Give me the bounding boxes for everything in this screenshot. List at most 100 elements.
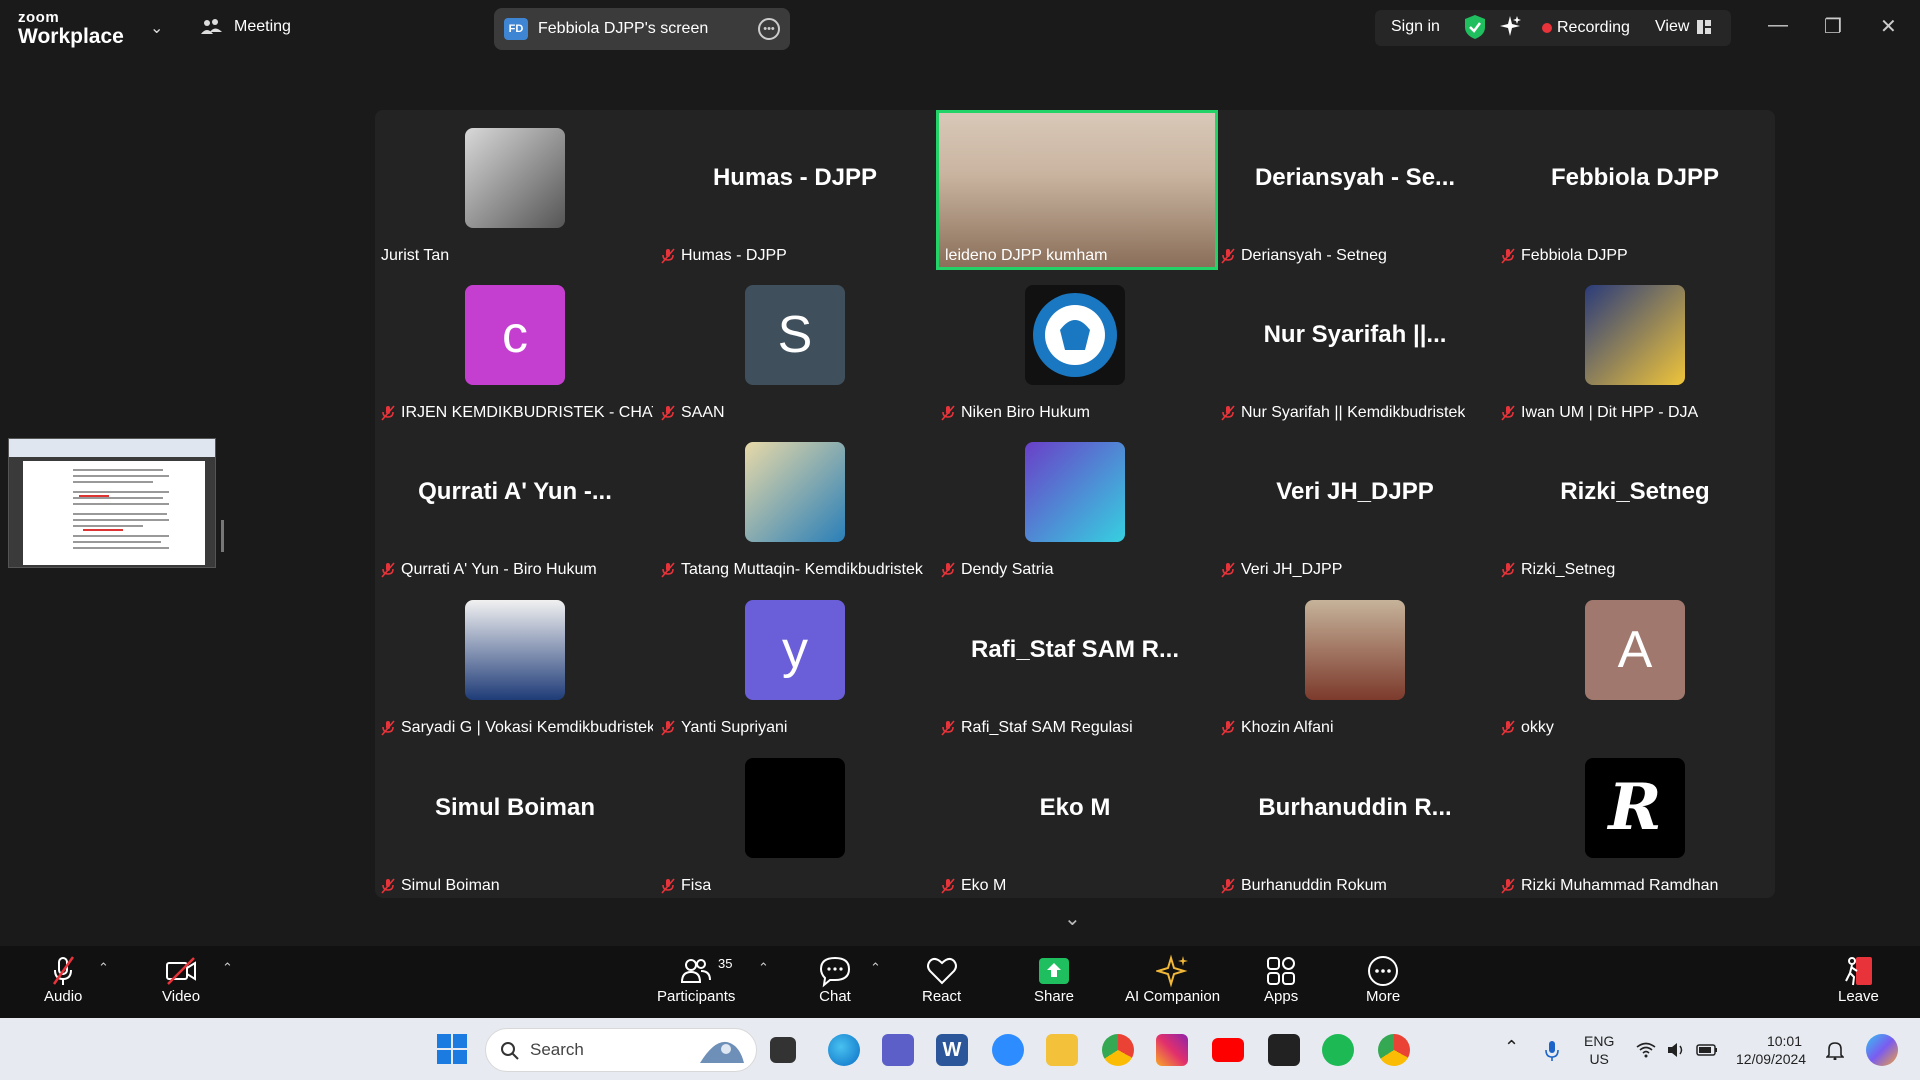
instagram-icon[interactable] (1156, 1034, 1188, 1066)
chevron-up-icon[interactable]: ⌃ (758, 960, 769, 976)
taskbar-search[interactable]: Search (485, 1028, 757, 1072)
participant-tile[interactable]: Deriansyah - Se... Deriansyah - Setneg (1215, 110, 1495, 267)
mic-muted-icon (941, 878, 955, 894)
chevron-up-icon[interactable]: ⌃ (222, 960, 233, 976)
leave-button[interactable]: Leave (1838, 954, 1879, 1005)
battery-icon[interactable] (1696, 1042, 1718, 1058)
shield-icon[interactable] (1464, 14, 1486, 40)
close-icon[interactable]: ✕ (1880, 14, 1897, 39)
shared-screen-thumbnail[interactable] (8, 438, 216, 568)
edge-icon[interactable] (828, 1034, 860, 1066)
participant-tile[interactable]: Humas - DJPP Humas - DJPP (655, 110, 935, 267)
screen-share-pill[interactable]: FD Febbiola DJPP's screen ••• (494, 8, 790, 50)
participant-tile[interactable]: Simul Boiman Simul Boiman (375, 740, 655, 897)
mic-muted-icon (661, 720, 675, 736)
avatar-letter: c (465, 284, 565, 385)
participant-tile[interactable]: S SAAN (655, 267, 935, 424)
chevron-up-icon[interactable]: ⌃ (98, 960, 109, 976)
avatar-photo (1025, 441, 1125, 542)
participant-name: IRJEN KEMDIKBUDRISTEK - CHATA... (401, 404, 653, 421)
chevron-up-icon[interactable]: ⌃ (1504, 1038, 1519, 1056)
react-button[interactable]: React (922, 954, 961, 1005)
tile-content (375, 582, 655, 717)
task-view-icon[interactable] (770, 1037, 796, 1063)
react-label: React (922, 988, 962, 1005)
notification-bell-icon[interactable] (1826, 1040, 1844, 1060)
youtube-icon[interactable] (1212, 1038, 1244, 1062)
participant-tile[interactable]: Aokky (1495, 582, 1775, 739)
participant-tile[interactable]: Rizki_Setneg Rizki_Setneg (1495, 424, 1775, 581)
language-indicator[interactable]: ENG US (1584, 1032, 1614, 1068)
participant-tile[interactable]: c IRJEN KEMDIKBUDRISTEK - CHATA... (375, 267, 655, 424)
more-button[interactable]: More (1366, 954, 1400, 1005)
mic-icon[interactable] (1544, 1040, 1560, 1062)
participant-tile[interactable]: Niken Biro Hukum (935, 267, 1215, 424)
participant-tile[interactable]: Khozin Alfani (1215, 582, 1495, 739)
participant-tile[interactable]: Jurist Tan (375, 110, 655, 267)
participant-tile[interactable]: Qurrati A' Yun -... Qurrati A' Yun - Biro… (375, 424, 655, 581)
participant-name: Febbiola DJPP (1521, 247, 1628, 264)
word-icon[interactable]: W (936, 1034, 968, 1066)
apps-label: Apps (1264, 988, 1299, 1005)
participant-tile[interactable]: Dendy Satria (935, 424, 1215, 581)
participants-icon (681, 959, 712, 983)
share-button[interactable]: Share (1034, 954, 1074, 1005)
spotify-icon[interactable] (1322, 1034, 1354, 1066)
participant-tile[interactable]: y Yanti Supriyani (655, 582, 935, 739)
participant-name-label: Yanti Supriyani (661, 719, 787, 737)
teams-icon[interactable] (882, 1034, 914, 1066)
video-button[interactable]: Video (162, 954, 200, 1005)
copilot-icon[interactable] (1866, 1034, 1898, 1066)
chrome-icon[interactable] (1102, 1034, 1134, 1066)
participant-name-label: Iwan UM | Dit HPP - DJA (1501, 404, 1698, 422)
recording-indicator[interactable]: Recording (1542, 19, 1630, 37)
participant-tile[interactable]: Eko M Eko M (935, 740, 1215, 897)
participant-tile[interactable]: Iwan UM | Dit HPP - DJA (1495, 267, 1775, 424)
sparkle-icon[interactable] (1498, 14, 1522, 38)
search-icon (501, 1042, 519, 1060)
participant-tile[interactable]: Febbiola DJPP Febbiola DJPP (1495, 110, 1775, 267)
thumbnail-resize-handle[interactable] (221, 520, 224, 552)
audio-button[interactable]: Audio (44, 954, 82, 1005)
participant-tile[interactable]: leideno DJPP kumham (936, 110, 1218, 270)
participant-tile[interactable]: Veri JH_DJPP Veri JH_DJPP (1215, 424, 1495, 581)
windows-start-icon[interactable] (437, 1034, 467, 1064)
restore-icon[interactable]: ❐ (1824, 14, 1842, 39)
mic-muted-icon (941, 405, 955, 421)
wifi-icon[interactable] (1636, 1042, 1656, 1058)
meeting-menu[interactable]: Meeting (200, 17, 291, 37)
sign-in-button[interactable]: Sign in (1391, 18, 1440, 36)
chevron-up-icon[interactable]: ⌃ (870, 960, 881, 976)
screen-share-label: Febbiola DJPP's screen (538, 20, 709, 37)
participant-name: Simul Boiman (401, 877, 500, 894)
more-options-icon[interactable]: ••• (758, 18, 780, 40)
chrome-profile-icon[interactable] (1378, 1034, 1410, 1066)
ai-companion-button[interactable]: AI Companion (1125, 954, 1220, 1005)
volume-icon[interactable] (1666, 1042, 1686, 1058)
zoom-taskbar-icon[interactable] (992, 1034, 1024, 1066)
avatar-photo (1305, 599, 1405, 700)
view-button[interactable]: View (1655, 18, 1712, 36)
mic-muted-icon (1501, 720, 1515, 736)
mic-muted-icon (661, 562, 675, 578)
apps-button[interactable]: Apps (1264, 954, 1298, 1005)
participant-tile[interactable]: Saryadi G | Vokasi Kemdikbudristek (375, 582, 655, 739)
tile-content: Rafi_Staf SAM R... (935, 582, 1215, 717)
chat-button[interactable]: Chat (818, 954, 852, 1005)
file-explorer-icon[interactable] (1046, 1034, 1078, 1066)
document-lines-icon (73, 469, 169, 549)
participant-display-name: Simul Boiman (434, 793, 596, 821)
clock[interactable]: 10:01 12/09/2024 (1736, 1032, 1806, 1068)
participant-name: Yanti Supriyani (681, 719, 788, 736)
leave-icon (1845, 957, 1873, 986)
participant-tile[interactable]: R Rizki Muhammad Ramdhan (1495, 740, 1775, 897)
participant-tile[interactable]: Fisa (655, 740, 935, 897)
participant-tile[interactable]: Burhanuddin R... Burhanuddin Rokum (1215, 740, 1495, 897)
chevron-down-icon[interactable]: ⌄ (1064, 906, 1081, 931)
minimize-icon[interactable]: — (1768, 14, 1788, 37)
participant-tile[interactable]: Rafi_Staf SAM R... Rafi_Staf SAM Regulasi (935, 582, 1215, 739)
participant-tile[interactable]: Tatang Muttaqin- Kemdikbudristek (655, 424, 935, 581)
sticky-app-icon[interactable] (1268, 1034, 1300, 1066)
chevron-down-icon[interactable]: ⌄ (150, 18, 163, 38)
participant-tile[interactable]: Nur Syarifah ||... Nur Syarifah || Kemdik… (1215, 267, 1495, 424)
